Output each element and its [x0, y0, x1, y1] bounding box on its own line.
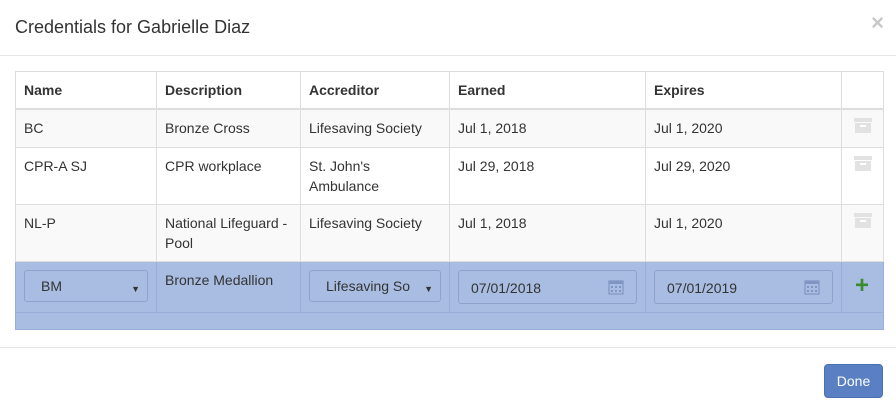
- plus-icon[interactable]: +: [855, 273, 875, 297]
- archive-icon[interactable]: [854, 155, 872, 171]
- column-header-name: Name: [15, 71, 157, 110]
- table-row: BC Bronze Cross Lifesaving Society Jul 1…: [15, 108, 884, 148]
- credential-name-select-value: BM: [41, 277, 62, 294]
- cell-description: Bronze Cross: [156, 108, 301, 148]
- cell-earned: Jul 29, 2018: [449, 146, 646, 205]
- accreditor-select[interactable]: Lifesaving So ▼: [309, 269, 441, 302]
- column-header-accreditor: Accreditor: [300, 71, 450, 110]
- cell-expires: Jul 1, 2020: [645, 108, 842, 148]
- expires-date-input[interactable]: 07/01/2019: [654, 269, 833, 304]
- cell-actions: [841, 108, 884, 148]
- earned-date-value: 07/01/2018: [471, 279, 542, 296]
- new-accreditor-cell: Lifesaving So ▼: [300, 260, 450, 313]
- modal-footer: Done: [0, 347, 896, 411]
- cell-actions: [841, 203, 884, 262]
- table-row: NL-P National Lifeguard - Pool Lifesavin…: [15, 203, 884, 262]
- archive-icon[interactable]: [854, 212, 872, 228]
- close-icon[interactable]: ×: [871, 12, 884, 34]
- cell-name: NL-P: [15, 203, 157, 262]
- cell-earned: Jul 1, 2018: [449, 203, 646, 262]
- column-header-earned: Earned: [449, 71, 646, 110]
- cell-expires: Jul 1, 2020: [645, 203, 842, 262]
- cell-name: BC: [15, 108, 157, 148]
- credentials-table: Name Description Accreditor Earned Expir…: [15, 71, 884, 330]
- cell-name: CPR-A SJ: [15, 146, 157, 205]
- new-description-cell: Bronze Medallion: [156, 260, 301, 313]
- calendar-icon[interactable]: [608, 279, 624, 295]
- new-earned-cell: 07/01/2018: [449, 260, 646, 313]
- cell-actions: [841, 146, 884, 205]
- edit-row-spacer: [15, 311, 884, 330]
- cell-accreditor: St. John's Ambulance: [300, 146, 450, 205]
- credential-name-select[interactable]: BM ▼: [24, 269, 148, 302]
- table-header-row: Name Description Accreditor Earned Expir…: [15, 71, 884, 110]
- done-button[interactable]: Done: [824, 364, 883, 398]
- calendar-icon[interactable]: [804, 279, 820, 295]
- column-header-expires: Expires: [645, 71, 842, 110]
- chevron-down-icon: ▼: [424, 283, 433, 294]
- column-header-description: Description: [156, 71, 301, 110]
- accreditor-select-value: Lifesaving So: [326, 277, 411, 294]
- cell-accreditor: Lifesaving Society: [300, 203, 450, 262]
- table-row: CPR-A SJ CPR workplace St. John's Ambula…: [15, 146, 884, 205]
- cell-expires: Jul 29, 2020: [645, 146, 842, 205]
- modal-title: Credentials for Gabrielle Diaz: [15, 17, 251, 37]
- cell-description: CPR workplace: [156, 146, 301, 205]
- cell-earned: Jul 1, 2018: [449, 108, 646, 148]
- expires-date-value: 07/01/2019: [667, 279, 738, 296]
- cell-description: National Lifeguard - Pool: [156, 203, 301, 262]
- column-header-actions: [841, 71, 884, 110]
- modal-header: Credentials for Gabrielle Diaz ×: [0, 0, 896, 56]
- archive-icon[interactable]: [854, 118, 872, 133]
- new-credential-row: BM ▼ Bronze Medallion Lifesaving So ▼ 07…: [15, 260, 884, 313]
- new-actions-cell: +: [841, 260, 884, 313]
- cell-accreditor: Lifesaving Society: [300, 108, 450, 148]
- new-name-cell: BM ▼: [15, 260, 157, 313]
- chevron-down-icon: ▼: [131, 283, 140, 294]
- new-expires-cell: 07/01/2019: [645, 260, 842, 313]
- earned-date-input[interactable]: 07/01/2018: [458, 269, 637, 304]
